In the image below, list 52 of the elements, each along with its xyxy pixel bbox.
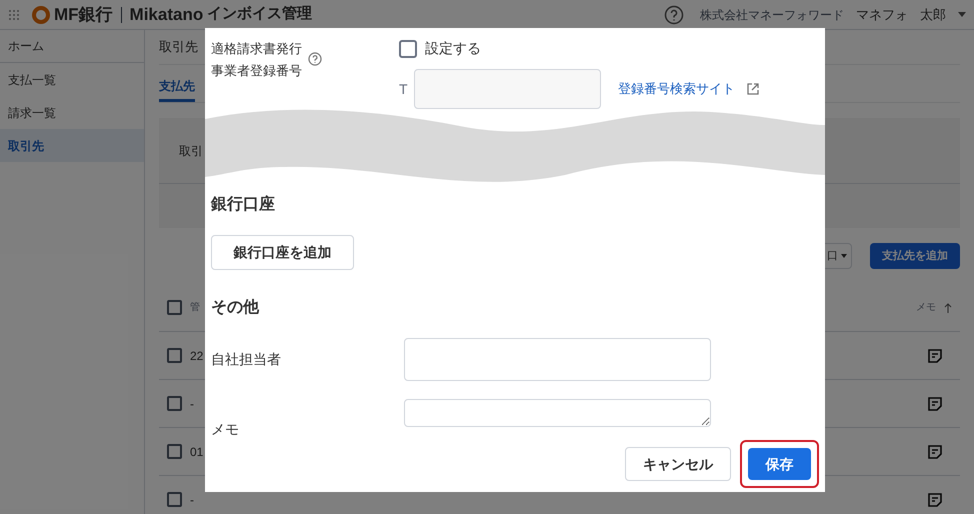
section-heading: 銀行口座 [211,194,276,215]
table-cell-text: 01 [190,444,204,460]
external-link-icon[interactable] [747,83,759,95]
sidebar-item[interactable]: 請求一覧 [0,96,144,129]
column-header: メモ [916,301,936,315]
prefix-label: T [399,80,409,98]
memo-icon[interactable] [928,492,942,506]
sidebar-item[interactable]: 支払一覧 [0,63,144,96]
checkbox-label[interactable]: 設定する [425,38,481,59]
checkbox[interactable] [399,40,417,58]
row-checkbox[interactable] [167,348,182,363]
add-payee-button[interactable]: 支払先を追加 [870,243,960,269]
add-bank-account-button[interactable]: 銀行口座を追加 [211,235,354,270]
product-suffix: インボイス管理 [207,4,312,24]
table-cell-text: - [190,396,194,412]
company-name: 株式会社マネーフォワード [700,6,844,24]
sort-arrow-icon[interactable] [944,302,952,312]
caret-icon[interactable] [958,12,966,17]
tab[interactable]: 支払先 [159,77,195,102]
app-name: MF銀行 [54,4,113,26]
help-icon[interactable] [308,52,322,66]
field-label: 事業者登録番号 [211,62,302,80]
memo-field[interactable] [404,399,711,427]
filter-label: 取引 [179,142,203,160]
caret-icon [841,254,847,258]
row-checkbox[interactable] [167,396,182,411]
input-field[interactable] [404,338,711,381]
table-cell-text: - [190,492,194,508]
row-checkbox[interactable] [167,300,182,315]
user-given-name[interactable]: 太郎 [920,4,946,24]
save-button[interactable]: 保存 [748,448,811,480]
ring-logo-icon [32,6,50,24]
user-family-name[interactable]: マネフォ [856,4,908,24]
row-checkbox[interactable] [167,444,182,459]
section-heading: その他 [211,298,260,318]
field-label: 自社担当者 [211,350,282,369]
memo-icon[interactable] [928,396,942,410]
column-header: 管 [190,301,200,315]
product-name: Mikatano [130,4,204,26]
registration-number-field[interactable] [414,69,601,109]
table-cell-text: 22 [190,348,204,364]
field-label: メモ [211,420,240,439]
sidebar-item[interactable]: ホーム [0,30,144,63]
sidebar-item[interactable]: 取引先 [0,129,144,162]
row-checkbox[interactable] [167,492,182,507]
memo-icon[interactable] [928,444,942,458]
app-grid-icon[interactable] [8,8,20,20]
field-label: 適格請求書発行 [211,40,302,58]
cancel-button[interactable]: キャンセル [625,447,731,481]
memo-icon[interactable] [928,348,942,362]
help-icon[interactable] [664,4,684,24]
search-site-link[interactable]: 登録番号検索サイト [618,79,735,99]
